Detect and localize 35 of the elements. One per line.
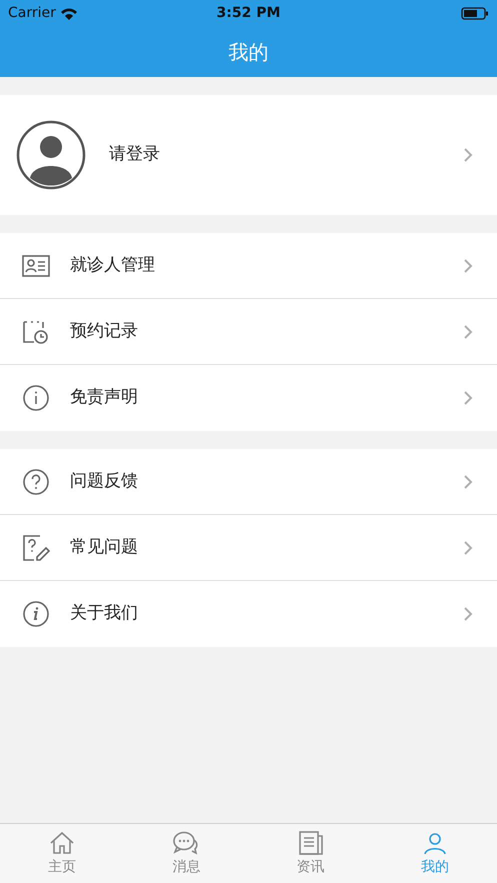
carrier-text: Carrier	[8, 4, 56, 22]
info-icon	[22, 600, 50, 628]
menu-label: 关于我们	[70, 602, 138, 626]
menu-label: 就诊人管理	[70, 254, 155, 277]
info-icon	[22, 384, 50, 412]
menu-label: 问题反馈	[70, 470, 138, 493]
chevron-right-icon	[463, 147, 473, 163]
help-icon	[22, 468, 50, 496]
chevron-right-icon	[463, 390, 473, 406]
page-title: 我的	[228, 38, 268, 66]
chevron-right-icon	[463, 474, 473, 490]
menu-label: 常见问题	[70, 536, 138, 559]
menu-label: 预约记录	[70, 320, 138, 343]
battery-icon	[461, 6, 489, 20]
newspaper-icon	[298, 830, 324, 856]
login-text: 请登录	[109, 143, 160, 166]
chevron-right-icon	[463, 540, 473, 556]
chat-icon	[172, 830, 200, 856]
menu-row[interactable]: 预约记录	[0, 299, 497, 365]
home-icon	[49, 830, 76, 856]
id-card-icon	[22, 254, 50, 278]
question-pencil-icon	[22, 534, 50, 562]
chevron-right-icon	[463, 324, 473, 340]
menu-row[interactable]: 问题反馈	[0, 449, 497, 515]
menu-row[interactable]: 就诊人管理	[0, 233, 497, 299]
chevron-right-icon	[463, 606, 473, 622]
chevron-right-icon	[463, 258, 473, 274]
menu-row[interactable]: 免责声明	[0, 365, 497, 431]
menu-label: 免责声明	[70, 386, 138, 410]
clock-text: 3:52 PM	[216, 4, 280, 22]
menu-row[interactable]: 常见问题	[0, 515, 497, 581]
profile-card[interactable]: 请登录	[0, 95, 497, 215]
menu-row[interactable]: 关于我们	[0, 581, 497, 647]
avatar-icon	[16, 120, 86, 190]
wifi-icon	[60, 6, 78, 20]
